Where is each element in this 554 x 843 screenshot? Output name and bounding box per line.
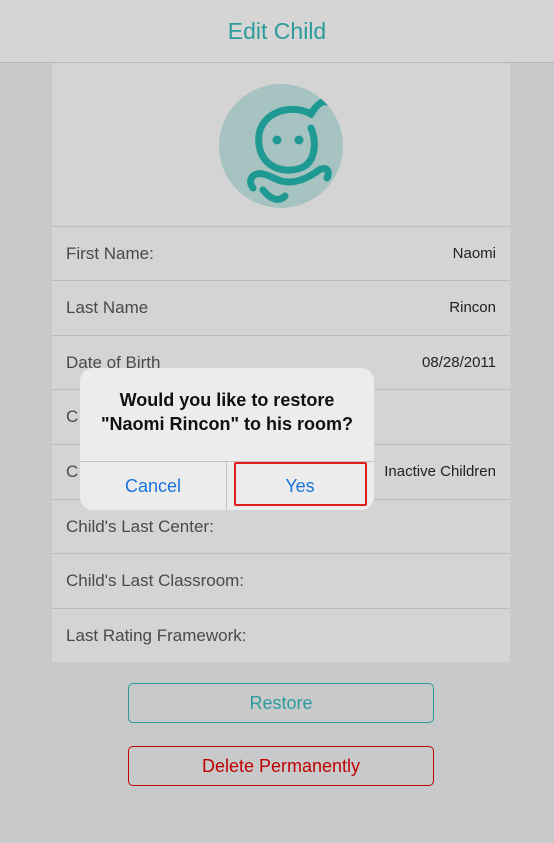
alert-message-line-1: Would you like to restore [119,390,335,410]
alert-message: Would you like to restore "Naomi Rincon"… [80,388,374,436]
alert-message-line-2: "Naomi Rincon" to his room? [100,414,354,434]
yes-button-highlight [234,462,367,506]
cancel-button[interactable]: Cancel [80,462,226,510]
